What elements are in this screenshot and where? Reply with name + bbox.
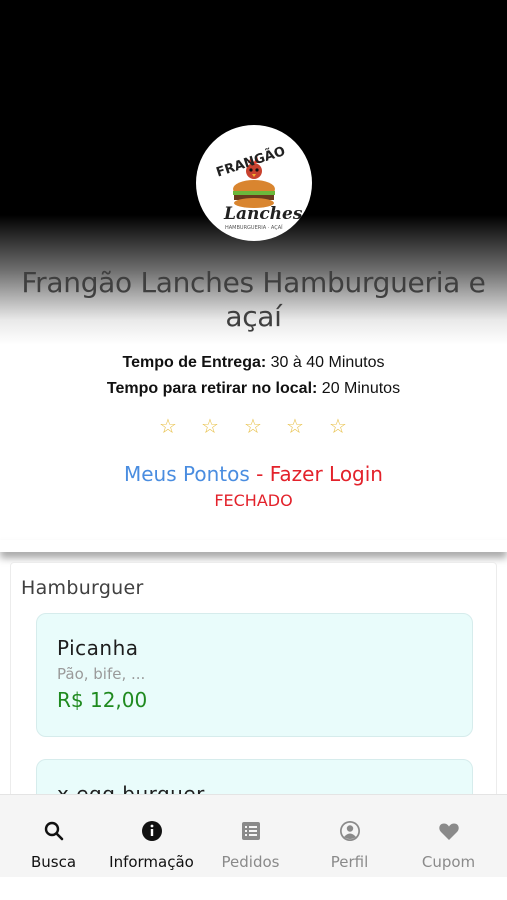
product-card-picanha[interactable]: Picanha Pão, bife, ... R$ 12,00 [36, 613, 473, 737]
rating-stars: ☆ ☆ ☆ ☆ ☆ [0, 415, 507, 439]
product-description: Pão, bife, ... [57, 665, 146, 683]
loyalty-row: Meus Pontos - Fazer Login [0, 462, 507, 486]
star-icon: ☆ [329, 416, 347, 438]
delivery-time: Tempo de Entrega: 30 à 40 Minutos [0, 354, 507, 372]
nav-label-perfil: Perfil [330, 853, 369, 871]
logo-image: FRANGÃO Lanches HAMBURGUERIA · AÇAÍ [197, 126, 311, 240]
nav-label-cupom: Cupom [421, 853, 476, 871]
star-icon: ☆ [159, 416, 177, 438]
nav-informacao[interactable]: Informação [101, 795, 202, 878]
logo-text-bottom: Lanches [223, 204, 303, 224]
login-link[interactable]: - Fazer Login [256, 462, 383, 486]
list-icon [242, 822, 260, 840]
nav-label-pedidos: Pedidos [221, 853, 280, 871]
star-icon: ☆ [201, 416, 219, 438]
pickup-label: Tempo para retirar no local: [106, 380, 318, 397]
delivery-value: 30 à 40 Minutos [270, 354, 385, 371]
heart-icon [439, 823, 459, 840]
profile-icon [340, 821, 360, 841]
category-title: Hamburguer [21, 577, 144, 599]
pickup-time: Tempo para retirar no local: 20 Minutos [0, 380, 507, 398]
nav-label-informacao: Informação [109, 853, 194, 871]
store-name: Frangão Lanches Hamburgueria e açaí [21, 266, 486, 333]
star-icon: ☆ [286, 416, 304, 438]
my-points-link[interactable]: Meus Pontos [124, 462, 250, 486]
menu-section: Hamburguer Picanha Pão, bife, ... R$ 12,… [10, 562, 497, 883]
delivery-label: Tempo de Entrega: [122, 354, 267, 371]
nav-perfil[interactable]: Perfil [299, 795, 400, 878]
nav-label-busca: Busca [30, 853, 77, 871]
pickup-value: 20 Minutos [321, 380, 401, 397]
product-name: Picanha [57, 636, 139, 660]
product-price: R$ 12,00 [57, 688, 148, 712]
info-icon [142, 821, 162, 841]
header-divider [0, 540, 507, 552]
logo-text-small: HAMBURGUERIA · AÇAÍ [225, 224, 283, 231]
nav-cupom[interactable]: Cupom [398, 795, 499, 878]
nav-busca[interactable]: Busca [3, 795, 104, 878]
star-icon: ☆ [244, 416, 262, 438]
store-status: FECHADO [214, 491, 293, 510]
bottom-navigation: Busca Informação Pedidos Perfil Cupom [0, 794, 507, 877]
store-logo: FRANGÃO Lanches HAMBURGUERIA · AÇAÍ [196, 125, 312, 241]
bottom-spacer [0, 877, 507, 900]
nav-pedidos[interactable]: Pedidos [200, 795, 301, 878]
search-icon [44, 821, 64, 841]
